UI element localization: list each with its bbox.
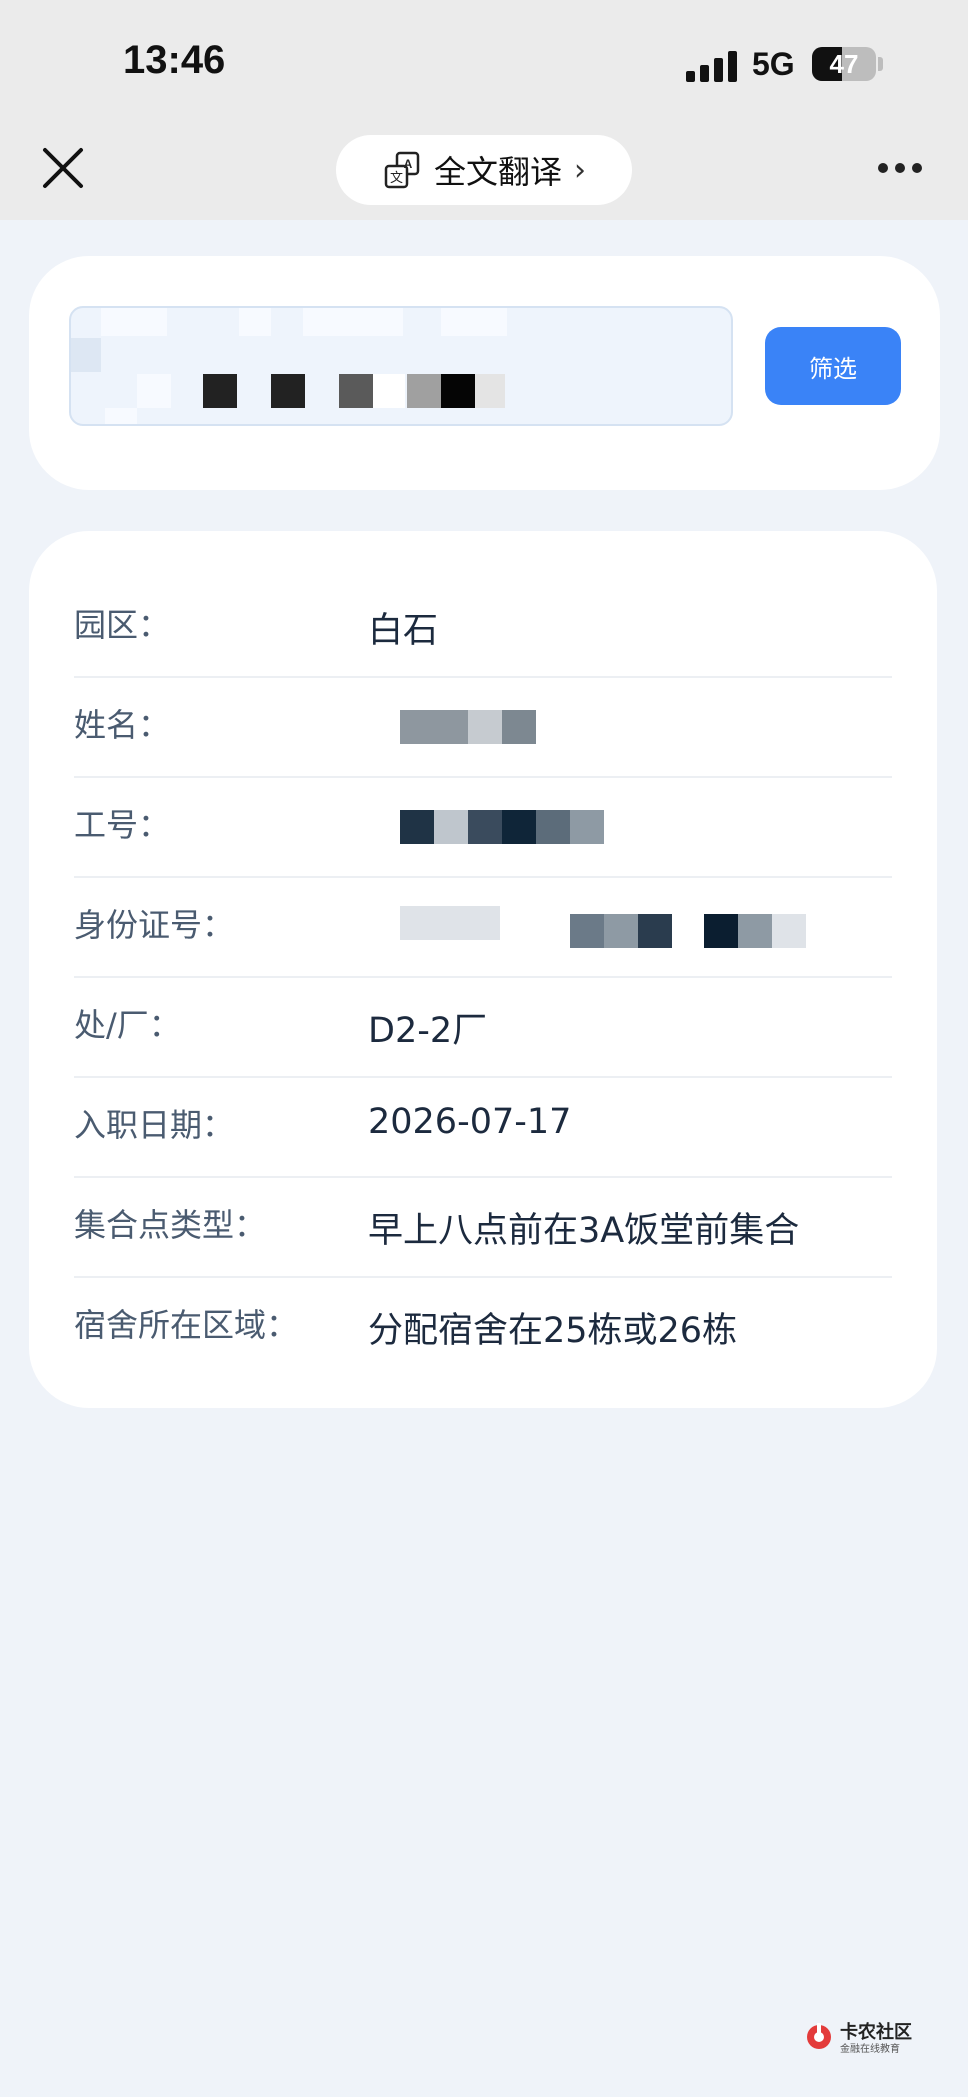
info-value: 白石 — [368, 611, 439, 651]
redaction-mask — [71, 308, 731, 424]
more-dot-icon — [912, 163, 922, 173]
svg-text:A: A — [404, 157, 413, 171]
search-input[interactable] — [69, 306, 733, 426]
info-label: 入职日期： — [74, 1106, 235, 1144]
status-time: 13:46 — [123, 38, 226, 82]
info-row-department: 处/厂： D2-2厂 — [74, 976, 892, 1078]
info-row-employee-id: 工号： — [74, 776, 892, 878]
info-label: 集合点类型： — [74, 1206, 267, 1244]
info-value: D2-2厂 — [368, 1011, 488, 1051]
info-label: 宿舍所在区域： — [74, 1306, 299, 1344]
info-row-hire-date: 入职日期： 2026-07-17 — [74, 1076, 892, 1178]
employee-info-card: 园区： 白石 姓名： 工号： 身份证号： 处/厂： D2-2厂 入职日期： 20… — [29, 531, 937, 1408]
full-text-translate-button[interactable]: A 文 全文翻译 › — [336, 135, 632, 205]
info-value: 早上八点前在3A饭堂前集合 — [368, 1211, 800, 1251]
filter-button[interactable]: 筛选 — [765, 327, 901, 405]
info-label: 处/厂： — [74, 1006, 181, 1044]
translate-icon: A 文 — [384, 151, 420, 189]
signal-icon — [686, 50, 738, 82]
watermark: 卡农社区 金融在线教育 — [800, 2018, 920, 2058]
info-value: 2026-07-17 — [368, 1102, 572, 1142]
translate-label: 全文翻译 — [433, 153, 562, 191]
info-row-id-number: 身份证号： — [74, 876, 892, 978]
more-dot-icon — [878, 163, 888, 173]
close-icon — [43, 148, 83, 188]
info-row-park: 园区： 白石 — [74, 576, 892, 678]
info-row-dormitory-area: 宿舍所在区域： 分配宿舍在25栋或26栋 — [74, 1276, 892, 1376]
battery-icon: 47 — [812, 47, 876, 81]
network-type: 5G — [752, 46, 795, 82]
svg-text:文: 文 — [390, 171, 403, 186]
kanong-logo-icon — [807, 2023, 831, 2049]
search-card: 筛选 — [29, 256, 940, 490]
info-label: 身份证号： — [74, 906, 235, 944]
more-menu-button[interactable] — [878, 163, 924, 175]
more-dot-icon — [895, 163, 905, 173]
battery-level: 47 — [829, 49, 859, 79]
watermark-subtitle: 金融在线教育 — [840, 2044, 900, 2055]
info-label: 工号： — [74, 806, 171, 844]
info-row-name: 姓名： — [74, 676, 892, 778]
info-row-assembly-point: 集合点类型： 早上八点前在3A饭堂前集合 — [74, 1176, 892, 1278]
battery-tip — [878, 57, 883, 71]
info-value: 分配宿舍在25栋或26栋 — [368, 1311, 738, 1351]
info-label: 姓名： — [74, 706, 171, 744]
chevron-right-icon: › — [574, 152, 586, 188]
close-button[interactable] — [40, 145, 86, 191]
status-bar: 13:46 5G 47 A 文 全文翻译 › — [0, 0, 968, 220]
info-label: 园区： — [74, 606, 171, 644]
